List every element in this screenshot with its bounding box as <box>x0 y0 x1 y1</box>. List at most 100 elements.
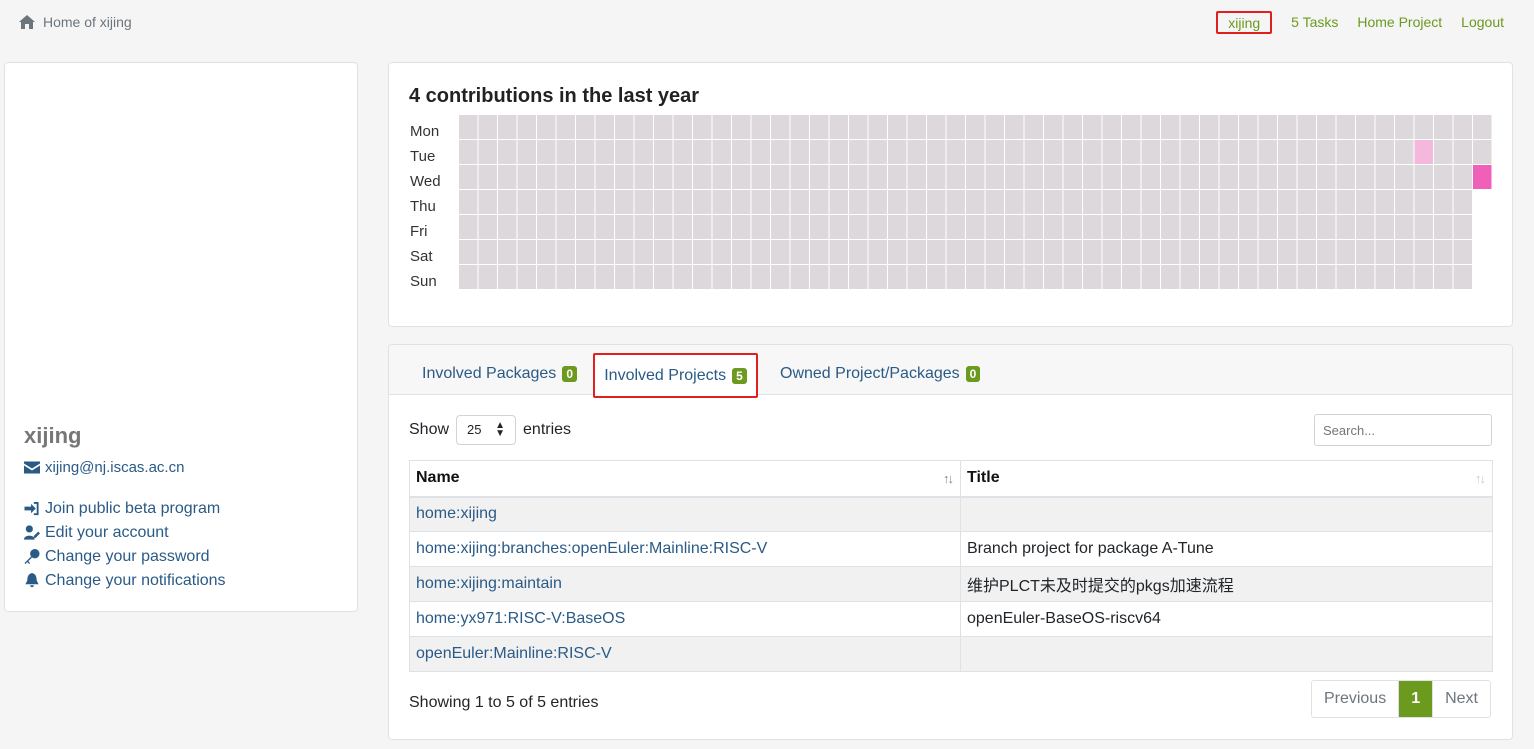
project-link[interactable]: home:xijing:branches:openEuler:Mainline:… <box>416 540 767 557</box>
contribution-cell <box>1375 140 1394 164</box>
contribution-cell <box>1258 165 1277 189</box>
contribution-cell <box>1024 165 1043 189</box>
next-button[interactable]: Next <box>1432 681 1490 717</box>
column-header-title[interactable]: Title ↑↓ <box>960 460 1493 498</box>
contribution-cell <box>1161 140 1180 164</box>
contribution-cell <box>966 115 985 139</box>
home-link[interactable]: Home of xijing <box>19 14 132 30</box>
select-arrow-icon: ▲ ▼ <box>495 420 506 439</box>
contribution-cell <box>1453 240 1472 264</box>
contribution-cell <box>1258 215 1277 239</box>
day-labels: Mon Tue Wed Thu Fri Sat Sun <box>410 119 441 294</box>
tab-involved-packages[interactable]: Involved Packages 0 <box>422 365 577 383</box>
nav-user[interactable]: xijing <box>1216 11 1273 34</box>
table-info: Showing 1 to 5 of 5 entries <box>409 694 599 711</box>
contribution-cell <box>556 240 575 264</box>
contribution-cell <box>537 115 556 139</box>
contribution-cell <box>1005 190 1024 214</box>
contribution-cell <box>790 265 809 289</box>
contribution-cell <box>693 115 712 139</box>
page-size-select[interactable]: 25 ▲ ▼ <box>456 415 517 445</box>
contribution-cell <box>1083 215 1102 239</box>
nav-logout[interactable]: Logout <box>1461 14 1504 34</box>
project-link[interactable]: home:xijing:maintain <box>416 575 562 592</box>
contribution-cell <box>693 215 712 239</box>
contribution-cell <box>1336 190 1355 214</box>
nav-tasks[interactable]: 5 Tasks <box>1291 14 1338 34</box>
tab-owned-project-packages[interactable]: Owned Project/Packages 0 <box>780 365 981 383</box>
contribution-cell <box>907 215 926 239</box>
change-notifications-link[interactable]: Change your notifications <box>24 571 226 590</box>
contribution-cell <box>478 215 497 239</box>
contribution-cell <box>1122 240 1141 264</box>
contribution-cell <box>1356 265 1375 289</box>
project-link[interactable]: openEuler:Mainline:RISC-V <box>416 645 612 662</box>
contribution-cell <box>1317 165 1336 189</box>
page-size-control: Show 25 ▲ ▼ entries <box>409 415 571 445</box>
column-header-label: Title <box>967 469 1000 487</box>
contribution-cell <box>1336 115 1355 139</box>
contribution-cell <box>966 165 985 189</box>
previous-button[interactable]: Previous <box>1312 681 1400 717</box>
contribution-cell <box>1317 265 1336 289</box>
profile-email[interactable]: xijing@nj.iscas.ac.cn <box>24 459 184 476</box>
column-header-name[interactable]: Name ↑↓ <box>409 460 961 498</box>
contribution-cell <box>1239 140 1258 164</box>
search-input[interactable] <box>1314 414 1492 446</box>
contribution-cell <box>673 165 692 189</box>
contribution-cell <box>1122 265 1141 289</box>
day-label: Sun <box>410 273 437 290</box>
nav-home-project[interactable]: Home Project <box>1357 14 1442 34</box>
page-1-button[interactable]: 1 <box>1399 681 1433 717</box>
contribution-cell <box>1239 215 1258 239</box>
contribution-cell <box>946 240 965 264</box>
join-beta-link[interactable]: Join public beta program <box>24 499 226 518</box>
contribution-cell <box>615 140 634 164</box>
contribution-cell <box>1395 140 1414 164</box>
tab-involved-projects[interactable]: Involved Projects 5 <box>593 353 758 398</box>
project-link[interactable]: home:xijing <box>416 505 497 522</box>
contribution-cell <box>1219 265 1238 289</box>
contribution-cell <box>1375 265 1394 289</box>
contribution-cell <box>868 165 887 189</box>
contribution-cell <box>1044 265 1063 289</box>
contribution-cell <box>1473 115 1492 139</box>
contribution-cell <box>1024 140 1043 164</box>
contribution-cell <box>634 240 653 264</box>
contribution-cell <box>1278 215 1297 239</box>
contribution-cell <box>517 115 536 139</box>
contribution-cell <box>1024 115 1043 139</box>
contribution-cell <box>732 190 751 214</box>
profile-email-text: xijing@nj.iscas.ac.cn <box>45 459 185 476</box>
contribution-cell <box>537 240 556 264</box>
contribution-cell <box>751 190 770 214</box>
contribution-cell <box>1473 140 1492 164</box>
contribution-cell <box>1258 190 1277 214</box>
tabs-header: Involved Packages 0 Involved Projects 5 … <box>389 345 1512 398</box>
contribution-cell <box>615 215 634 239</box>
contribution-cell <box>732 215 751 239</box>
contribution-cell <box>459 115 478 139</box>
project-link[interactable]: home:yx971:RISC-V:BaseOS <box>416 610 625 627</box>
contribution-cell <box>810 190 829 214</box>
contribution-cell <box>771 165 790 189</box>
contribution-cell <box>1180 165 1199 189</box>
contribution-cell <box>1395 190 1414 214</box>
contribution-cell <box>985 240 1004 264</box>
edit-account-link[interactable]: Edit your account <box>24 523 226 542</box>
name-cell: openEuler:Mainline:RISC-V <box>409 636 961 672</box>
contribution-cell <box>654 240 673 264</box>
contribution-cell <box>829 190 848 214</box>
contribution-cell <box>459 165 478 189</box>
contribution-cell <box>1336 215 1355 239</box>
contribution-cell <box>1141 215 1160 239</box>
contribution-cell <box>1317 215 1336 239</box>
contribution-cell <box>771 265 790 289</box>
contribution-cell <box>1102 215 1121 239</box>
change-password-link[interactable]: Change your password <box>24 547 226 566</box>
contribution-cell <box>1180 265 1199 289</box>
contribution-cell <box>1434 115 1453 139</box>
contribution-cell <box>576 265 595 289</box>
contribution-cell <box>1102 240 1121 264</box>
contribution-cell <box>888 265 907 289</box>
